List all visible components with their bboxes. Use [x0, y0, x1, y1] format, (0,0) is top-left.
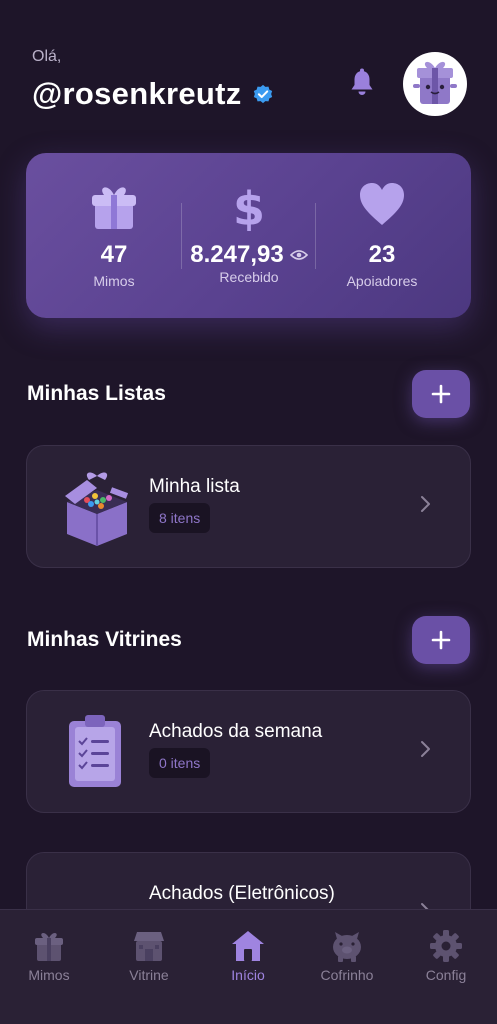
add-list-button[interactable]: [412, 370, 470, 418]
chevron-right-icon: [421, 741, 430, 757]
nav-item-vitrine[interactable]: Vitrine: [109, 928, 189, 983]
showcase-item-title: Achados (Eletrônicos): [149, 883, 335, 904]
nav-label-inicio: Início: [231, 967, 265, 983]
verified-badge-icon: [253, 84, 272, 104]
notification-bell-icon[interactable]: [348, 68, 376, 98]
list-item-count-badge: 8 itens: [149, 503, 211, 533]
stat-mimos-value: 47: [100, 241, 128, 268]
gift-icon: [92, 187, 136, 229]
stat-apoiadores-label: Apoiadores: [346, 273, 418, 289]
showcase-item-title: Achados da semana: [149, 721, 323, 742]
stat-recebido[interactable]: $ 8.247,93 Recebido: [189, 153, 309, 318]
home-icon: [230, 928, 266, 964]
stats-card: 47 Mimos $ 8.247,93 Recebido 23 Apoiador…: [26, 153, 471, 318]
piggy-bank-icon: [329, 928, 365, 964]
stat-recebido-value-row: 8.247,93: [190, 241, 308, 269]
stat-apoiadores[interactable]: 23 Apoiadores: [336, 153, 428, 318]
showcases-section-title: Minhas Vitrines: [27, 628, 182, 651]
nav-item-mimos[interactable]: Mimos: [9, 928, 89, 983]
nav-label-vitrine: Vitrine: [129, 967, 169, 983]
heart-icon: [360, 183, 404, 225]
stat-mimos-label: Mimos: [93, 273, 135, 289]
chevron-right-icon: [421, 496, 430, 512]
username-row: @rosenkreutz: [32, 76, 274, 112]
store-icon: [131, 928, 167, 964]
plus-icon: [431, 384, 451, 404]
avatar-gift-mascot-icon: [413, 61, 457, 104]
nav-item-config[interactable]: Config: [406, 928, 486, 983]
plus-icon: [431, 630, 451, 650]
header: Olá, @rosenkreutz: [32, 48, 467, 118]
nav-label-config: Config: [425, 967, 467, 983]
eye-icon[interactable]: [289, 248, 308, 262]
nav-item-inicio[interactable]: Início: [208, 928, 288, 983]
divider: [315, 203, 316, 269]
avatar[interactable]: [403, 52, 467, 116]
gift-box-icon: [65, 472, 129, 546]
list-item[interactable]: Minha lista 8 itens: [26, 445, 471, 568]
gear-icon: [428, 928, 464, 964]
stat-mimos[interactable]: 47 Mimos: [74, 153, 154, 318]
greeting-text: Olá,: [32, 48, 62, 65]
list-item-title: Minha lista: [149, 476, 240, 497]
nav-label-mimos: Mimos: [28, 967, 70, 983]
lists-section-title: Minhas Listas: [27, 382, 166, 405]
showcase-item[interactable]: Achados da semana 0 itens: [26, 690, 471, 813]
dollar-icon: $: [233, 182, 265, 231]
stat-recebido-value: 8.247,93: [190, 241, 284, 268]
stat-apoiadores-value: 23: [368, 241, 396, 268]
bottom-navigation: Mimos Vitrine Início Cofrinho Config: [0, 909, 497, 1024]
nav-item-cofrinho[interactable]: Cofrinho: [307, 928, 387, 983]
stat-recebido-label: Recebido: [219, 269, 279, 285]
nav-label-cofrinho: Cofrinho: [320, 967, 374, 983]
divider: [181, 203, 182, 269]
username: @rosenkreutz: [32, 76, 242, 111]
add-showcase-button[interactable]: [412, 616, 470, 664]
svg-text:$: $: [233, 182, 265, 231]
showcase-item-count-badge: 0 itens: [149, 748, 211, 778]
gift-icon: [31, 928, 67, 964]
clipboard-icon: [69, 715, 121, 787]
